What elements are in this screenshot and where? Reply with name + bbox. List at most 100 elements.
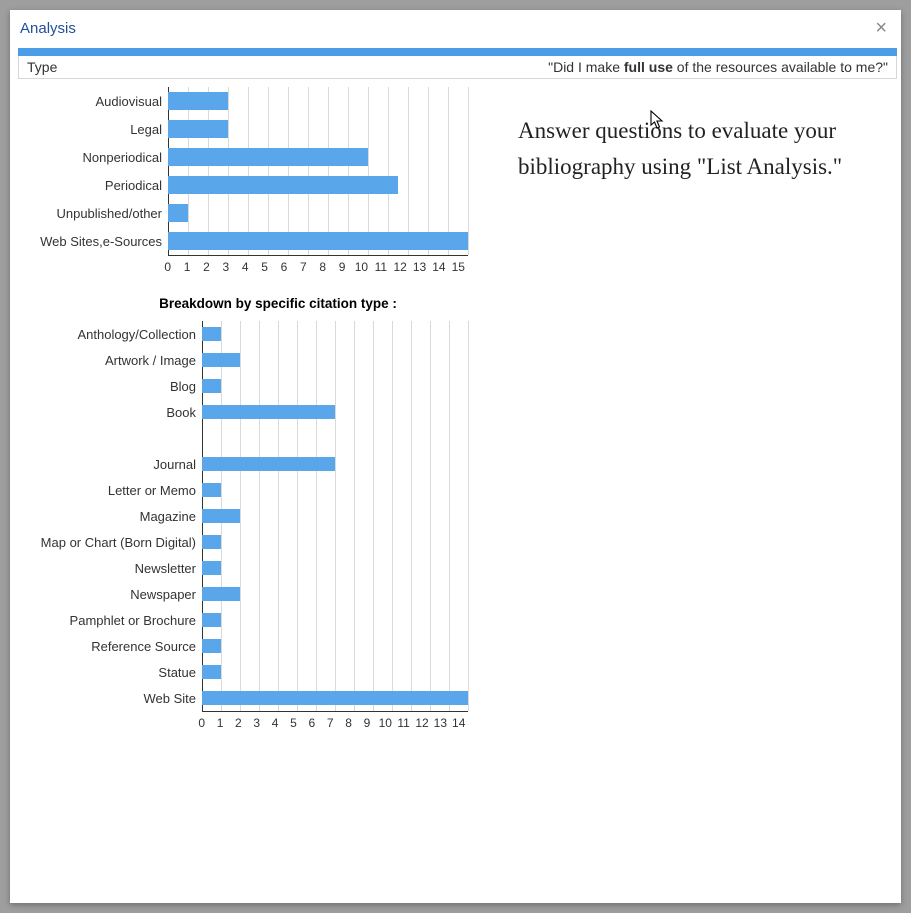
x-tick-label: 4 [236, 260, 255, 274]
y-tick-label: Map or Chart (Born Digital) [18, 535, 202, 550]
bar [202, 613, 221, 627]
modal-header: Analysis × [10, 10, 901, 46]
section-question: "Did I make full use of the resources av… [548, 59, 888, 75]
bar [202, 587, 240, 601]
y-tick-label: Audiovisual [18, 94, 168, 109]
y-tick-label: Magazine [18, 509, 202, 524]
x-tick-label: 13 [431, 716, 449, 730]
chart-row: Magazine [18, 503, 478, 529]
bar [202, 379, 221, 393]
bar [168, 148, 368, 166]
x-tick-label: 8 [313, 260, 332, 274]
y-tick-label: Newspaper [18, 587, 202, 602]
bar [202, 535, 221, 549]
annotation-text: Answer questions to evaluate your biblio… [518, 113, 887, 184]
x-tick-label: 0 [193, 716, 211, 730]
x-tick-label: 7 [294, 260, 313, 274]
x-tick-label: 6 [274, 260, 293, 274]
x-tick-label: 9 [358, 716, 376, 730]
chart-row: Reference Source [18, 633, 478, 659]
x-tick-label: 15 [449, 260, 468, 274]
chart-row: Nonperiodical [18, 143, 478, 171]
x-tick-label: 2 [197, 260, 216, 274]
section-band [18, 48, 897, 56]
scroll-area[interactable]: Type "Did I make full use of the resourc… [10, 42, 901, 903]
bar [168, 176, 398, 194]
x-axis: 01234567891011121314 [202, 711, 468, 730]
x-tick-label: 10 [376, 716, 394, 730]
breakdown-chart: Anthology/Collection Artwork / Image Blog B… [18, 321, 478, 730]
chart-row: Web Site [18, 685, 478, 711]
y-tick-label: Legal [18, 122, 168, 137]
x-axis: 0123456789101112131415 [168, 255, 468, 274]
bar [168, 120, 228, 138]
y-tick-label: Unpublished/other [18, 206, 168, 221]
bar [202, 353, 240, 367]
y-tick-label: Newsletter [18, 561, 202, 576]
type-chart: Audiovisual Legal Nonperiodical Periodical U… [18, 87, 478, 274]
x-tick-label: 6 [303, 716, 321, 730]
y-tick-label: Anthology/Collection [18, 327, 202, 342]
y-tick-label: Web Sites,e-Sources [18, 234, 168, 249]
x-tick-label: 14 [450, 716, 468, 730]
chart-row: Newsletter [18, 555, 478, 581]
analysis-modal: Analysis × Type "Did I make full use of … [10, 10, 901, 903]
x-tick-label: 10 [352, 260, 371, 274]
cursor-icon [650, 110, 666, 130]
x-tick-label: 1 [211, 716, 229, 730]
x-tick-label: 11 [394, 716, 412, 730]
y-tick-label: Letter or Memo [18, 483, 202, 498]
chart-row: Web Sites,e-Sources [18, 227, 478, 255]
bar [202, 327, 221, 341]
y-tick-label: Statue [18, 665, 202, 680]
x-tick-label: 12 [413, 716, 431, 730]
x-tick-label: 12 [391, 260, 410, 274]
section-label: Type [27, 59, 57, 75]
x-tick-label: 7 [321, 716, 339, 730]
y-tick-label: Pamphlet or Brochure [18, 613, 202, 628]
x-tick-label: 3 [248, 716, 266, 730]
chart-row: Blog [18, 373, 478, 399]
chart-row: Journal [18, 451, 478, 477]
x-tick-label: 14 [429, 260, 448, 274]
y-tick-label: Nonperiodical [18, 150, 168, 165]
bar [168, 204, 188, 222]
x-tick-label: 5 [284, 716, 302, 730]
x-tick-label: 3 [216, 260, 235, 274]
chart-row: Periodical [18, 171, 478, 199]
y-tick-label: Web Site [18, 691, 202, 706]
chart-row: Anthology/Collection [18, 321, 478, 347]
bar [202, 639, 221, 653]
x-tick-label: 13 [410, 260, 429, 274]
bar [202, 509, 240, 523]
bar [168, 232, 468, 250]
bar [202, 483, 221, 497]
bar [202, 405, 335, 419]
y-tick-label: Periodical [18, 178, 168, 193]
x-tick-label: 4 [266, 716, 284, 730]
chart-row: Book [18, 399, 478, 425]
chart-row [18, 425, 478, 451]
x-tick-label: 1 [177, 260, 196, 274]
x-tick-label: 11 [371, 260, 390, 274]
bar [168, 92, 228, 110]
bar [202, 665, 221, 679]
chart-row: Newspaper [18, 581, 478, 607]
chart-row: Unpublished/other [18, 199, 478, 227]
chart-row: Artwork / Image [18, 347, 478, 373]
chart2-title: Breakdown by specific citation type : [18, 296, 478, 311]
chart-row: Map or Chart (Born Digital) [18, 529, 478, 555]
y-tick-label: Artwork / Image [18, 353, 202, 368]
y-tick-label: Journal [18, 457, 202, 472]
chart-row: Audiovisual [18, 87, 478, 115]
modal-body: Type "Did I make full use of the resourc… [10, 42, 901, 903]
x-tick-label: 9 [332, 260, 351, 274]
bar [202, 691, 468, 705]
section-heading-row: Type "Did I make full use of the resourc… [18, 56, 897, 79]
close-icon[interactable]: × [871, 16, 891, 40]
x-tick-label: 8 [339, 716, 357, 730]
y-tick-label: Reference Source [18, 639, 202, 654]
y-tick-label: Book [18, 405, 202, 420]
modal-title: Analysis [20, 20, 76, 37]
bar [202, 457, 335, 471]
